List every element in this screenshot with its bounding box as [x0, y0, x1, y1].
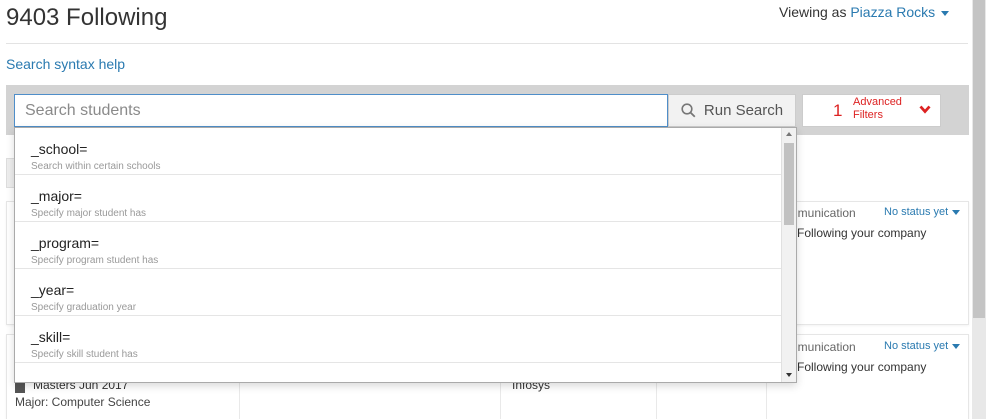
autocomplete-dropdown: _school= Search within certain schools _… [14, 127, 797, 383]
caret-down-icon[interactable] [952, 343, 961, 349]
dropdown-scrollbar[interactable] [781, 128, 796, 382]
autocomplete-item-description: Specify program student has [31, 255, 159, 266]
advanced-filters-button[interactable]: 1 Advanced Filters [802, 94, 941, 127]
autocomplete-item-program[interactable]: _program= Specify program student has [15, 222, 782, 269]
magnifier-icon [681, 103, 696, 118]
divider [6, 43, 968, 44]
page-scrollbar[interactable] [972, 0, 986, 419]
autocomplete-item-title: _major= [31, 188, 82, 204]
status-label[interactable]: No status yet [884, 206, 948, 218]
viewing-as: Viewing as Piazza Rocks [779, 4, 950, 20]
viewing-user-dropdown[interactable]: Piazza Rocks [850, 4, 950, 20]
autocomplete-item-school[interactable]: _school= Search within certain schools [15, 128, 782, 175]
advanced-filters-count: 1 [833, 101, 843, 120]
following-text: Following your company [797, 226, 927, 240]
chevron-down-icon [919, 105, 931, 114]
viewing-user-name[interactable]: Piazza Rocks [850, 4, 935, 20]
status-label[interactable]: No status yet [884, 340, 948, 352]
channel-text: nmunication [791, 206, 856, 220]
autocomplete-item-description: Search within certain schools [31, 161, 161, 172]
status-dropdown[interactable]: No status yet [884, 206, 961, 218]
page-title: 9403 Following [6, 4, 168, 31]
advanced-label-line-2: Filters [853, 109, 883, 121]
autocomplete-item-year[interactable]: _year= Specify graduation year [15, 269, 782, 316]
autocomplete-item-title: _skill= [31, 329, 71, 345]
run-search-label: Run Search [703, 102, 784, 119]
autocomplete-item-title: _year= [31, 282, 75, 298]
advanced-filters-label: Advanced Filters [853, 96, 902, 122]
search-input[interactable] [14, 94, 668, 127]
viewing-as-label: Viewing as [779, 4, 847, 20]
caret-down-icon[interactable] [941, 10, 950, 16]
channel-text: nmunication [791, 340, 856, 354]
major-text: Major: Computer Science [15, 395, 151, 409]
scroll-down-icon[interactable] [786, 373, 792, 377]
autocomplete-item-description: Specify skill student has [31, 349, 138, 360]
autocomplete-item-major[interactable]: _major= Specify major student has [15, 175, 782, 222]
page-scrollbar-thumb[interactable] [973, 0, 985, 318]
caret-down-icon[interactable] [952, 209, 961, 215]
autocomplete-item-title: _school= [31, 141, 88, 157]
scroll-up-icon[interactable] [786, 132, 792, 136]
advanced-label-line-1: Advanced [853, 96, 902, 108]
run-search-button[interactable]: Run Search [668, 94, 796, 127]
following-text: Following your company [797, 360, 927, 374]
scrollbar-thumb[interactable] [784, 143, 794, 225]
autocomplete-item-description: Specify major student has [31, 208, 147, 219]
autocomplete-item-description: Specify graduation year [31, 302, 137, 313]
autocomplete-item-title: _program= [31, 235, 100, 251]
search-syntax-help-link[interactable]: Search syntax help [6, 56, 125, 72]
select-checkbox[interactable] [15, 382, 25, 393]
autocomplete-item-skill[interactable]: _skill= Specify skill student has [15, 316, 782, 363]
status-dropdown[interactable]: No status yet [884, 340, 961, 352]
